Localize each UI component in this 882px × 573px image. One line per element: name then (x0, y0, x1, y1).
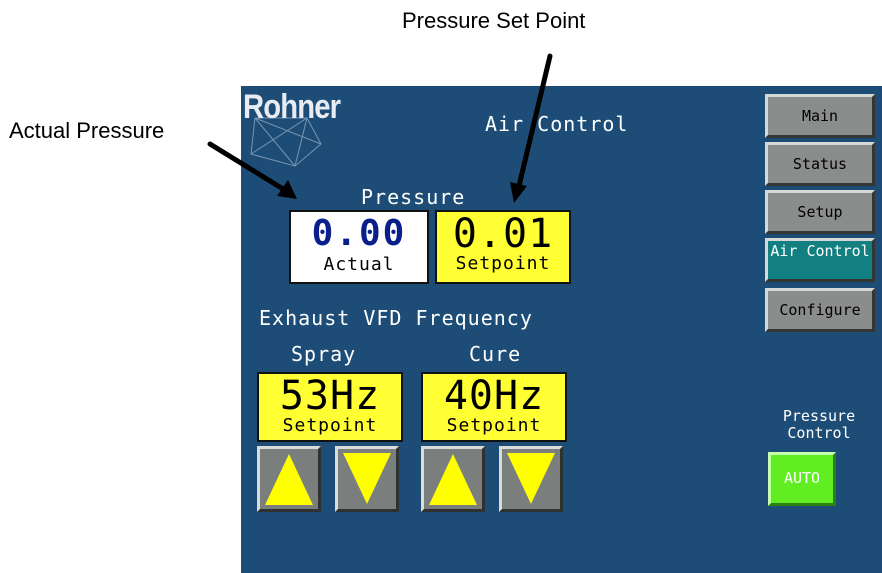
callout-arrows (207, 53, 553, 203)
set-point-arrow-line (516, 53, 553, 189)
actual-arrow-line (207, 141, 286, 192)
set-point-arrowhead (510, 182, 527, 203)
